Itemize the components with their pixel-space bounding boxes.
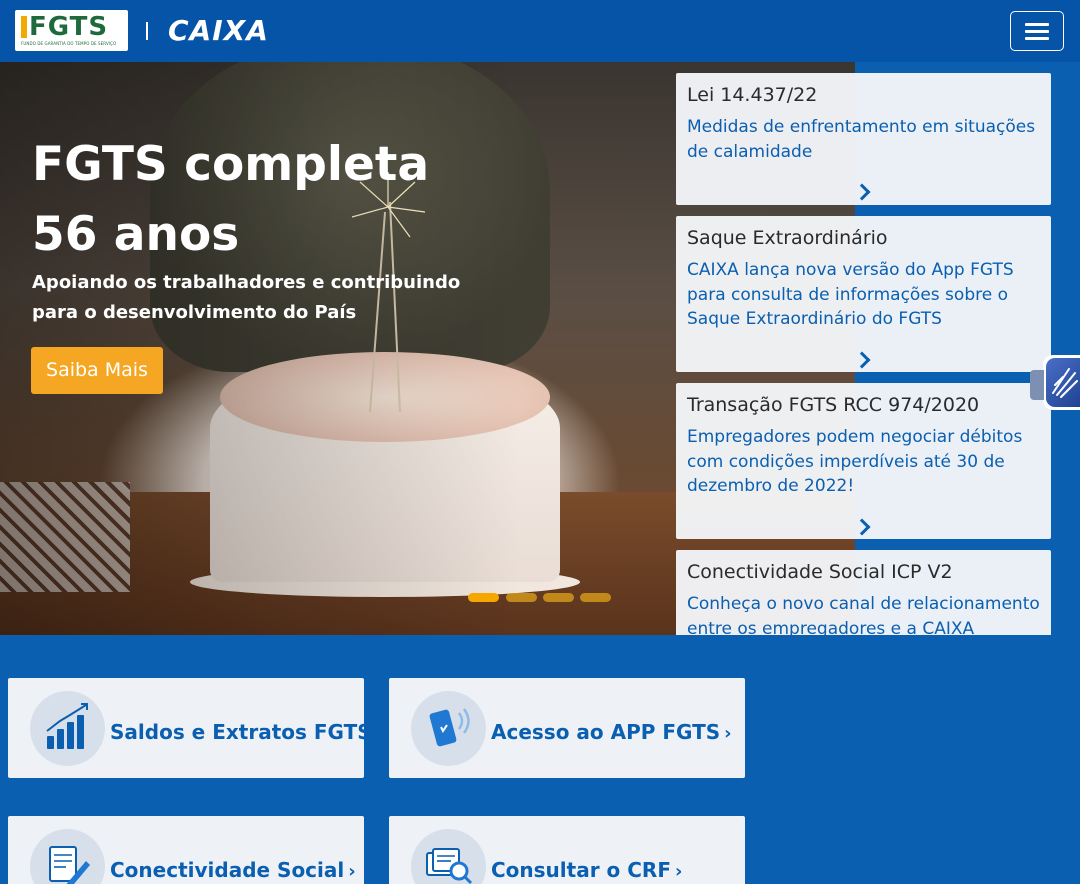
document-pen-icon	[30, 829, 105, 884]
chevron-right-icon: ›	[348, 861, 356, 882]
news-card-description: Empregadores podem negociar débitos com …	[687, 427, 1023, 496]
service-card-conectividade[interactable]: Conectividade Social ›	[8, 816, 364, 884]
service-label-text: Conectividade Social	[110, 858, 345, 882]
hero-subtitle: Apoiando os trabalhadores e contribuindo…	[32, 272, 461, 323]
news-card-title: Saque Extraordinário	[687, 227, 888, 249]
saiba-mais-button[interactable]: Saiba Mais	[31, 347, 163, 394]
chevron-right-icon[interactable]	[853, 518, 871, 536]
service-card-crf[interactable]: Consultar o CRF ›	[389, 816, 745, 884]
caixa-logo[interactable]: CAIXA	[168, 14, 269, 48]
carousel-dot[interactable]	[468, 593, 499, 602]
news-card-description: CAIXA lança nova versão do App FGTS para…	[687, 260, 1014, 329]
service-label-text: Consultar o CRF	[491, 858, 671, 882]
news-card-title: Transação FGTS RCC 974/2020	[687, 394, 980, 416]
fgts-logo-text: FGTS	[29, 12, 109, 42]
news-card-title: Conectividade Social ICP V2	[687, 561, 953, 583]
chevron-right-icon: ›	[724, 723, 732, 744]
chevron-right-icon: ›	[674, 861, 683, 882]
service-label: Conectividade Social ›	[110, 857, 356, 884]
carousel-dot[interactable]	[580, 593, 611, 602]
fgts-logo[interactable]: FGTS FUNDO DE GARANTIA DO TEMPO DE SERVI…	[15, 10, 128, 51]
service-label: Acesso ao APP FGTS ›	[491, 719, 732, 747]
logo-separator	[146, 22, 148, 40]
news-card[interactable]: Saque Extraordinário CAIXA lança nova ve…	[676, 216, 1051, 372]
sign-language-hands-icon	[1052, 368, 1078, 398]
hero-title: FGTS completa 56 anos	[32, 130, 512, 270]
news-card-description: Conheça o novo canal de relacionamento e…	[687, 594, 1040, 635]
bar-chart-icon	[30, 691, 105, 766]
mobile-phone-icon	[411, 691, 486, 766]
hero-title-line1: FGTS completa	[32, 137, 430, 192]
accessibility-tab[interactable]	[1030, 370, 1044, 400]
menu-button[interactable]	[1010, 11, 1064, 51]
chevron-right-icon[interactable]	[853, 183, 871, 201]
fgts-logo-subtitle: FUNDO DE GARANTIA DO TEMPO DE SERVIÇO	[21, 41, 117, 46]
fgts-logo-bar	[21, 16, 27, 38]
site-header: FGTS FUNDO DE GARANTIA DO TEMPO DE SERVI…	[0, 0, 1080, 62]
carousel-dot[interactable]	[506, 593, 537, 602]
service-label-text: Acesso ao APP FGTS	[491, 720, 721, 744]
hamburger-menu-icon-line	[1025, 30, 1049, 33]
service-card-saldos[interactable]: Saldos e Extratos FGTS ›	[8, 678, 383, 778]
service-card-app[interactable]: Acesso ao APP FGTS ›	[389, 678, 745, 778]
news-list: Lei 14.437/22 Medidas de enfrentamento e…	[676, 73, 1051, 635]
news-card-description: Medidas de enfrentamento em situações de…	[687, 117, 1036, 162]
chevron-right-icon[interactable]	[853, 351, 871, 369]
service-label-text: Saldos e Extratos FGTS	[110, 720, 372, 744]
news-card[interactable]: Conectividade Social ICP V2 Conheça o no…	[676, 550, 1051, 635]
news-card[interactable]: Transação FGTS RCC 974/2020 Empregadores…	[676, 383, 1051, 539]
news-card[interactable]: Lei 14.437/22 Medidas de enfrentamento e…	[676, 73, 1051, 205]
carousel-dot[interactable]	[543, 593, 574, 602]
hamburger-menu-icon	[1025, 23, 1049, 26]
accessibility-widget[interactable]	[1030, 355, 1080, 410]
news-card-title: Lei 14.437/22	[687, 84, 818, 106]
hero-title-line2: 56 anos	[32, 207, 240, 262]
document-search-icon	[411, 829, 486, 884]
chevron-right-icon: ›	[375, 723, 384, 744]
hamburger-menu-icon-line	[1025, 37, 1049, 40]
service-label: Consultar o CRF ›	[491, 857, 682, 884]
service-label: Saldos e Extratos FGTS ›	[110, 719, 383, 747]
